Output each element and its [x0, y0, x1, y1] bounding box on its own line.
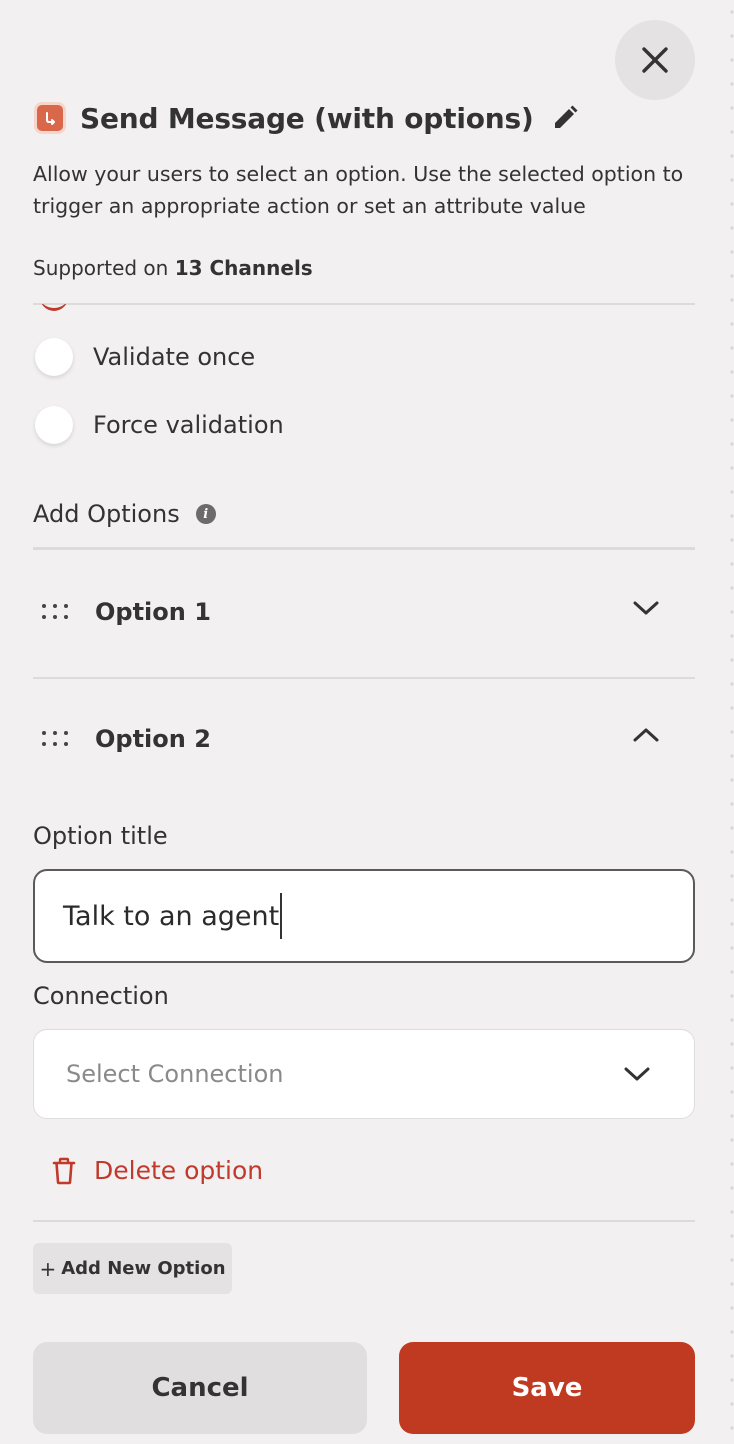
chevron-up-icon[interactable] — [633, 727, 659, 743]
close-button[interactable] — [615, 20, 695, 100]
close-icon — [642, 47, 668, 73]
supported-count: 13 Channels — [174, 256, 313, 280]
divider — [33, 1220, 695, 1222]
cancel-button[interactable]: Cancel — [33, 1342, 367, 1434]
supported-channels: Supported on 13 Channels — [33, 256, 313, 280]
plus-icon: + — [39, 1256, 57, 1281]
add-options-heading: Add Options i — [33, 500, 216, 528]
dialog-header: Send Message (with options) — [34, 98, 578, 138]
delete-option-button[interactable]: Delete option — [52, 1156, 263, 1185]
option-2-header[interactable]: Option 2 — [33, 709, 695, 769]
text-caret — [280, 893, 283, 939]
option-title-value: Talk to an agent — [63, 900, 280, 932]
save-button[interactable]: Save — [399, 1342, 695, 1434]
option-title-input[interactable]: Talk to an agent — [33, 869, 695, 963]
option-1-header[interactable]: Option 1 — [33, 582, 695, 642]
divider — [33, 677, 695, 679]
radio-force-validation[interactable]: Force validation — [35, 406, 284, 444]
panel-edge-texture — [730, 0, 734, 1444]
section-title: Add Options — [33, 500, 180, 528]
chevron-down-icon — [624, 1067, 650, 1081]
divider — [33, 303, 695, 305]
option-label: Option 1 — [95, 598, 211, 626]
delete-option-label: Delete option — [94, 1156, 264, 1185]
supported-prefix: Supported on — [33, 256, 175, 280]
option-title-label: Option title — [33, 822, 168, 850]
radio-button[interactable] — [35, 406, 73, 444]
radio-label: Force validation — [93, 411, 284, 439]
info-icon[interactable]: i — [195, 504, 216, 524]
connection-label: Connection — [33, 982, 169, 1010]
drag-handle-icon[interactable] — [39, 729, 71, 749]
radio-button[interactable] — [35, 338, 73, 376]
divider — [33, 547, 695, 550]
selected-radio-edge — [40, 304, 68, 311]
pencil-icon[interactable] — [552, 105, 578, 131]
connection-placeholder: Select Connection — [66, 1060, 284, 1088]
connection-select[interactable]: Select Connection — [33, 1029, 695, 1119]
trash-icon — [52, 1157, 76, 1184]
dialog-title: Send Message (with options) — [80, 101, 534, 135]
dialog-description: Allow your users to select an option. Us… — [33, 162, 684, 218]
option-label: Option 2 — [95, 725, 211, 753]
chevron-down-icon[interactable] — [633, 600, 659, 616]
add-new-option-label: Add New Option — [61, 1258, 226, 1279]
radio-validate-once[interactable]: Validate once — [35, 338, 255, 376]
drag-handle-icon[interactable] — [39, 602, 71, 622]
radio-label: Validate once — [93, 343, 256, 371]
add-new-option-button[interactable]: + Add New Option — [33, 1243, 232, 1294]
send-message-options-panel: Send Message (with options) Allow your u… — [0, 0, 734, 1444]
message-options-icon — [34, 102, 66, 134]
